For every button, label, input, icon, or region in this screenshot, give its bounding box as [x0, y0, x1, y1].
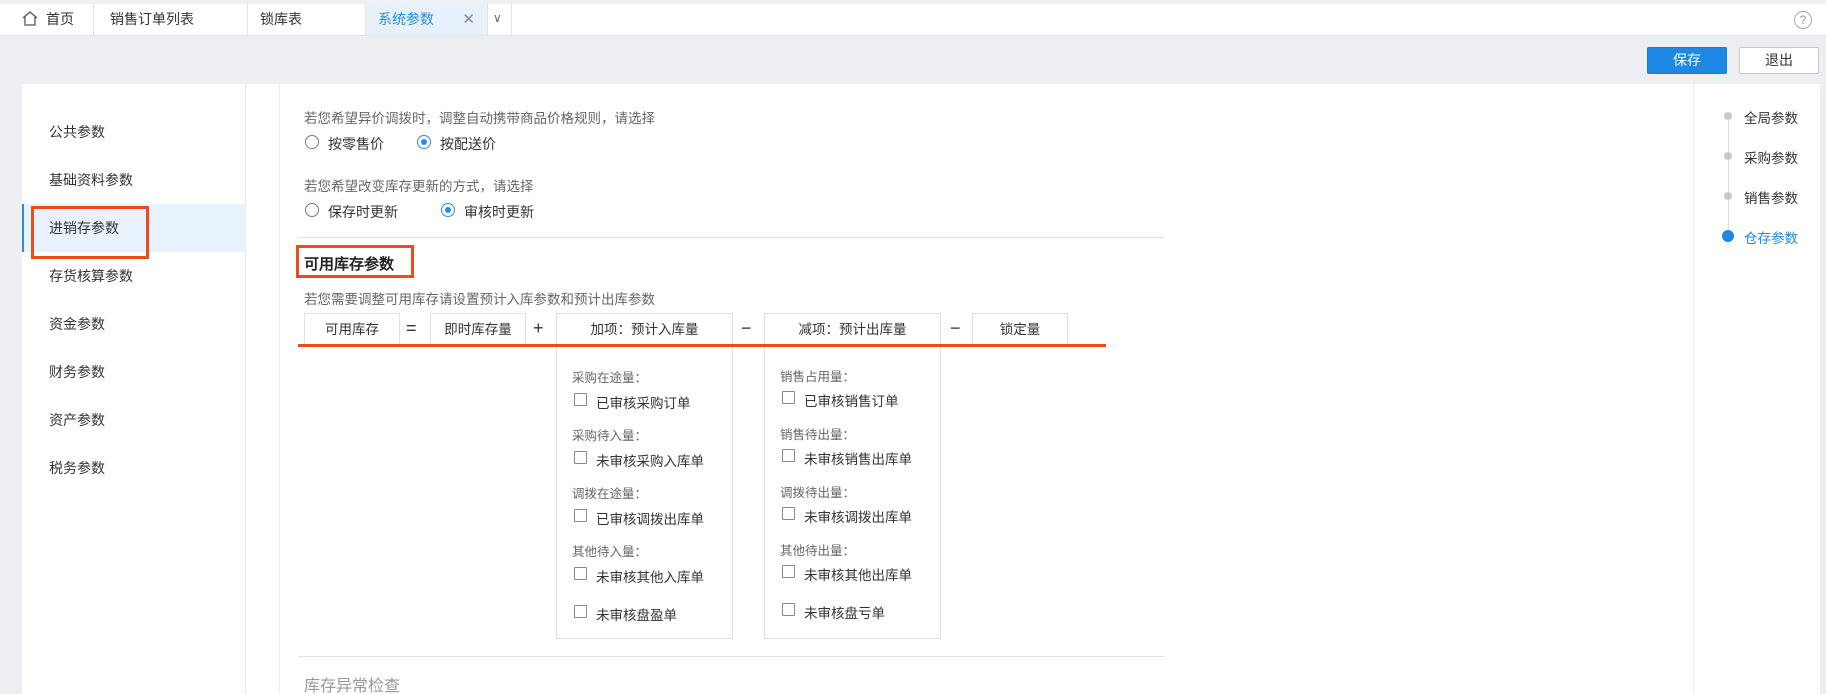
sidebar-item-tax[interactable]: 税务参数 — [22, 444, 246, 492]
checkbox-unaudited-purchase-receipt[interactable] — [574, 451, 587, 464]
checkbox-audited-purchase-order[interactable] — [574, 393, 587, 406]
radio-update-on-save[interactable] — [305, 203, 319, 217]
tab-home-label: 首页 — [46, 11, 74, 27]
sidebar-item-cost-accounting[interactable]: 存货核算参数 — [22, 252, 246, 300]
checkbox-unaudited-stock-loss[interactable] — [782, 603, 795, 616]
group-label: 采购待入量： — [572, 429, 648, 443]
group-label: 销售待出量： — [780, 428, 856, 442]
checkbox-unaudited-other-delivery[interactable] — [782, 565, 795, 578]
highlight-box-nav — [31, 206, 149, 259]
radio-distribution-price[interactable] — [417, 135, 431, 149]
checkbox-label: 已审核采购订单 — [596, 396, 691, 411]
anchor-dot — [1724, 192, 1732, 200]
sidebar-item-basic-data[interactable]: 基础资料参数 — [22, 156, 246, 204]
checkbox-label: 未审核销售出库单 — [804, 452, 912, 467]
group-label: 调拨待出量： — [780, 486, 856, 500]
home-icon — [22, 11, 38, 26]
radio-distribution-price-label: 按配送价 — [440, 136, 496, 152]
available-stock-hint: 若您需要调整可用库存请设置预计入库参数和预计出库参数 — [304, 292, 655, 307]
checkbox-label: 已审核调拨出库单 — [596, 512, 704, 527]
group-label: 调拨在途量： — [572, 487, 648, 501]
tab-system-params-label: 系统参数 — [378, 11, 434, 27]
checkbox-audited-sales-order[interactable] — [782, 391, 795, 404]
tab-home[interactable]: 首页 — [0, 4, 94, 35]
anchor-sales-params[interactable]: 销售参数 — [1744, 187, 1798, 207]
checkbox-label: 未审核调拨出库单 — [804, 510, 912, 525]
sidebar-item-assets[interactable]: 资产参数 — [22, 396, 246, 444]
anchor-dot — [1724, 112, 1732, 120]
price-rule-hint: 若您希望异价调拨时，调整自动携带商品价格规则，请选择 — [304, 111, 655, 126]
highlight-box-title — [296, 245, 414, 278]
anchor-global-params[interactable]: 全局参数 — [1744, 107, 1798, 127]
radio-update-on-audit[interactable] — [441, 203, 455, 217]
checkbox-unaudited-sales-delivery[interactable] — [782, 449, 795, 462]
tab-system-params[interactable]: 系统参数 ✕ — [366, 4, 488, 35]
formula-locked: 锁定量 — [972, 313, 1068, 344]
chevron-down-icon: ∨ — [493, 11, 502, 25]
checkbox-label: 未审核其他出库单 — [804, 568, 912, 583]
tab-bar: 首页 销售订单列表 锁库表 系统参数 ✕ ∨ ? — [0, 0, 1826, 36]
anchor-dot-active — [1722, 230, 1734, 242]
radio-update-on-audit-label: 审核时更新 — [464, 204, 534, 220]
sidebar: 公共参数 基础资料参数 进销存参数 存货核算参数 资金参数 财务参数 资产参数 … — [22, 84, 246, 694]
checkbox-label: 未审核其他入库单 — [596, 570, 704, 585]
radio-update-on-save-label: 保存时更新 — [328, 204, 398, 220]
formula-available-stock: 可用库存 — [304, 313, 400, 344]
checkbox-unaudited-transfer-out[interactable] — [782, 507, 795, 520]
exit-button[interactable]: 退出 — [1739, 47, 1819, 74]
left-gutter — [0, 84, 22, 694]
section-title-stock-exception: 库存异常检查 — [304, 678, 401, 694]
formula-plus: + — [533, 318, 544, 338]
tab-lock-table[interactable]: 锁库表 — [248, 4, 366, 35]
close-icon[interactable]: ✕ — [462, 4, 475, 35]
anchor-warehouse-params[interactable]: 仓存参数 — [1744, 227, 1798, 247]
sidebar-item-public[interactable]: 公共参数 — [22, 108, 246, 156]
help-icon[interactable]: ? — [1794, 11, 1812, 29]
formula-minus: − — [741, 318, 752, 338]
checkbox-label: 未审核盘盈单 — [596, 608, 677, 623]
tab-more-button[interactable]: ∨ — [488, 4, 512, 35]
formula-instant-stock: 即时库存量 — [430, 313, 526, 344]
divider — [298, 237, 1164, 238]
formula-expected-out: 减项：预计出库量 — [764, 313, 941, 344]
checkbox-label: 已审核销售订单 — [804, 394, 899, 409]
group-label: 其他待出量： — [780, 544, 856, 558]
stock-update-hint: 若您希望改变库存更新的方式，请选择 — [304, 179, 534, 194]
group-label: 采购在途量： — [572, 371, 648, 385]
sidebar-item-finance[interactable]: 财务参数 — [22, 348, 246, 396]
tab-sales-orders-label: 销售订单列表 — [110, 11, 194, 27]
group-label: 销售占用量： — [780, 370, 856, 384]
checkbox-audited-transfer-out[interactable] — [574, 509, 587, 522]
formula-equals: = — [406, 318, 417, 338]
sidebar-item-funds[interactable]: 资金参数 — [22, 300, 246, 348]
anchor-purchase-params[interactable]: 采购参数 — [1744, 147, 1798, 167]
tab-sales-orders[interactable]: 销售订单列表 — [94, 4, 248, 35]
radio-retail-price[interactable] — [305, 135, 319, 149]
formula-minus-2: − — [950, 318, 961, 338]
toolbar — [0, 36, 1826, 84]
checkbox-label: 未审核采购入库单 — [596, 454, 704, 469]
anchor-track — [1728, 116, 1729, 236]
formula-expected-in: 加项：预计入库量 — [556, 313, 733, 344]
right-gutter — [1820, 84, 1826, 694]
checkbox-unaudited-stock-surplus[interactable] — [574, 605, 587, 618]
save-button[interactable]: 保存 — [1647, 47, 1727, 74]
radio-retail-price-label: 按零售价 — [328, 136, 384, 152]
tab-lock-table-label: 锁库表 — [260, 11, 302, 27]
divider — [298, 656, 1164, 657]
anchor-dot — [1724, 152, 1732, 160]
checkbox-label: 未审核盘亏单 — [804, 606, 885, 621]
checkbox-unaudited-other-receipt[interactable] — [574, 567, 587, 580]
group-label: 其他待入量： — [572, 545, 648, 559]
